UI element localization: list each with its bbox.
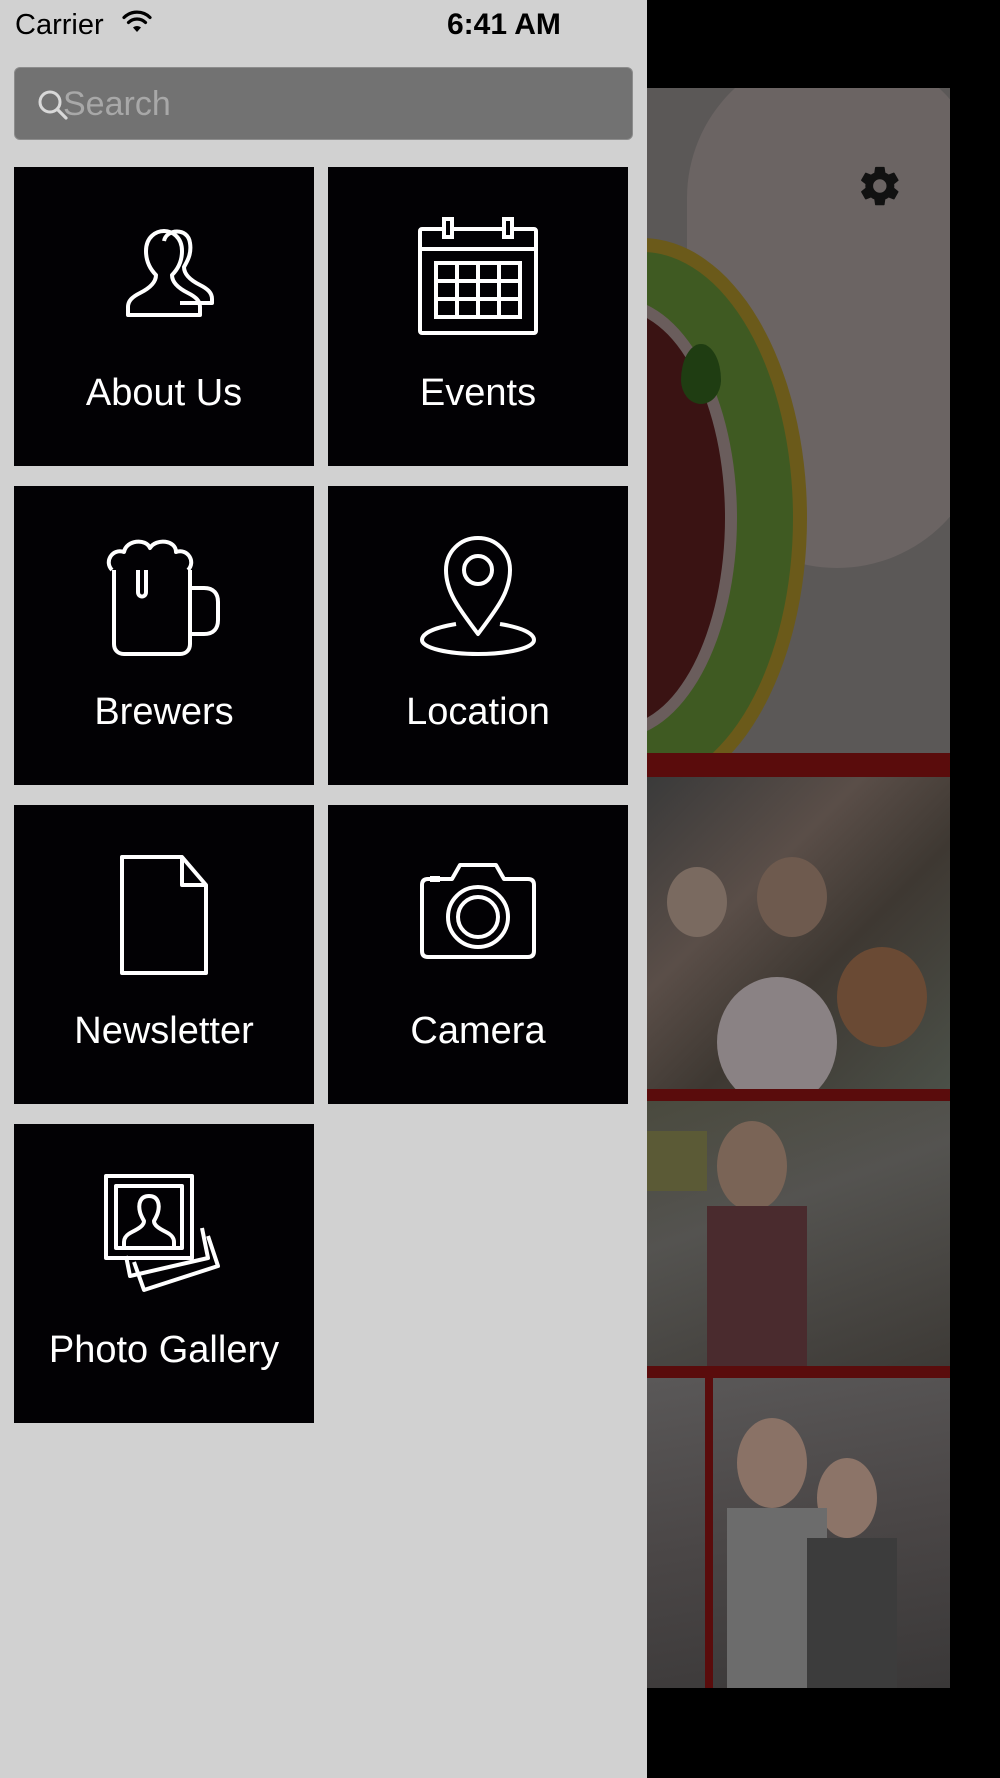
festival-photo xyxy=(647,1378,950,1688)
users-icon xyxy=(126,229,214,317)
divider-strip xyxy=(647,1366,950,1378)
menu-tile-label: Newsletter xyxy=(74,1010,254,1052)
menu-tile-camera[interactable]: Camera xyxy=(328,805,628,1104)
divider-strip xyxy=(647,1089,950,1101)
search-bar[interactable] xyxy=(14,67,633,140)
hero-image xyxy=(647,88,950,753)
menu-tile-label: Brewers xyxy=(94,691,234,733)
side-drawer: Carrier 6:41 AM About Us xyxy=(0,0,647,1778)
camera-icon xyxy=(420,863,536,959)
festival-photo xyxy=(647,777,950,1089)
wifi-icon xyxy=(122,10,152,32)
menu-tile-about-us[interactable]: About Us xyxy=(14,167,314,466)
divider-strip xyxy=(647,753,950,777)
carrier-label: Carrier xyxy=(15,9,104,41)
beer-mug-icon xyxy=(106,539,220,656)
menu-tile-label: About Us xyxy=(85,372,243,414)
menu-tile-label: Photo Gallery xyxy=(48,1329,280,1371)
menu-tile-label: Events xyxy=(419,372,537,414)
photo-gallery-icon xyxy=(104,1174,220,1292)
menu-tile-brewers[interactable]: Brewers xyxy=(14,486,314,785)
menu-tile-events[interactable]: Events xyxy=(328,167,628,466)
app-screen: Carrier 6:41 AM About Us xyxy=(0,0,1000,1778)
map-pin-icon xyxy=(420,536,536,656)
menu-tile-label: Location xyxy=(406,691,550,733)
status-bar: Carrier 6:41 AM xyxy=(0,0,647,52)
document-icon xyxy=(120,855,208,975)
menu-tile-location[interactable]: Location xyxy=(328,486,628,785)
calendar-icon xyxy=(418,217,538,335)
menu-tile-newsletter[interactable]: Newsletter xyxy=(14,805,314,1104)
menu-tile-label: Camera xyxy=(410,1010,546,1052)
menu-tile-photo-gallery[interactable]: Photo Gallery xyxy=(14,1124,314,1423)
gear-icon[interactable] xyxy=(857,163,903,209)
status-time: 6:41 AM xyxy=(447,8,561,41)
festival-photo xyxy=(647,1101,950,1366)
search-input[interactable] xyxy=(63,78,623,130)
divider-strip xyxy=(705,1378,713,1688)
